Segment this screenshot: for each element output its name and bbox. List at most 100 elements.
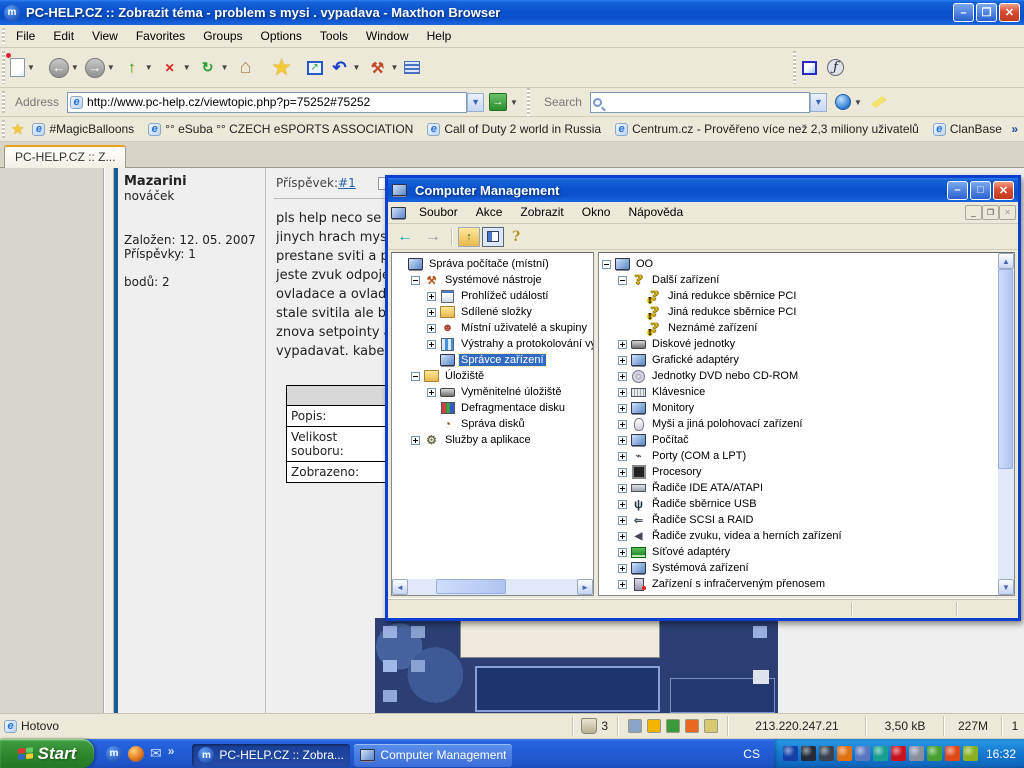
collapse-icon[interactable] (411, 276, 420, 285)
tree-item[interactable]: ◀Řadiče zvuku, videa a herních zařízení (602, 528, 1014, 544)
tree-item-label[interactable]: Sdílené složky (459, 306, 534, 318)
tree-item[interactable]: OO (602, 256, 1014, 272)
expand-icon[interactable] (618, 564, 627, 573)
note-icon[interactable] (704, 719, 718, 733)
tree-item[interactable]: Monitory (602, 400, 1014, 416)
menu-tools[interactable]: Tools (311, 26, 357, 47)
tree-item[interactable]: Defragmentace disku (395, 400, 593, 416)
tree-item[interactable]: Počítač (602, 432, 1014, 448)
tree-item-label[interactable]: Defragmentace disku (459, 402, 567, 414)
cm-device-vscrollbar[interactable]: ▲ ▼ (998, 253, 1014, 595)
tree-item-label[interactable]: Správa disků (459, 418, 527, 430)
up-button[interactable]: ↑▼ (118, 52, 156, 84)
expand-icon[interactable] (618, 484, 627, 493)
tree-item[interactable]: ψŘadiče sběrnice USB (602, 496, 1014, 512)
tree-item-label[interactable]: Počítač (650, 434, 691, 446)
cm-menu-nápověda[interactable]: Nápověda (619, 202, 692, 223)
tree-item[interactable]: Sdílené složky (395, 304, 593, 320)
scroll-thumb[interactable] (436, 579, 506, 594)
tree-item[interactable]: Správa počítače (místní) (395, 256, 593, 272)
tree-item[interactable]: ◔Správa disků (395, 416, 593, 432)
menu-groups[interactable]: Groups (194, 26, 251, 47)
taskbar-button[interactable]: Computer Management (354, 744, 512, 767)
cm-close-button[interactable]: ✕ (993, 181, 1014, 200)
antivirus-tray-icon[interactable] (945, 746, 960, 761)
start-button[interactable]: Start (0, 739, 94, 768)
highlight-icon[interactable] (871, 96, 887, 108)
back-button[interactable]: ←▼ (46, 52, 82, 84)
expand-icon[interactable] (427, 308, 436, 317)
tree-item-label[interactable]: Jednotky DVD nebo CD-ROM (650, 370, 800, 382)
tree-item-label[interactable]: Myši a jiná polohovací zařízení (650, 418, 804, 430)
tree-item-label[interactable]: Síťové adaptéry (650, 546, 732, 558)
tree-item-label[interactable]: Další zařízení (650, 274, 721, 286)
flash-filter-icon[interactable]: ƒ (827, 59, 844, 76)
tree-item[interactable]: ?Jiná redukce sběrnice PCI (602, 304, 1014, 320)
media-player-icon[interactable] (128, 746, 144, 762)
menu-help[interactable]: Help (418, 26, 461, 47)
cm-maximize-button[interactable]: □ (970, 181, 991, 200)
mail-icon[interactable]: ✉ (150, 745, 162, 762)
pen-icon[interactable] (628, 719, 642, 733)
scroll-up-icon[interactable]: ▲ (998, 253, 1014, 269)
tree-item[interactable]: Zařízení s infračerveným přenosem (602, 576, 1014, 592)
tree-item[interactable]: ⇐Řadiče SCSI a RAID (602, 512, 1014, 528)
tree-item[interactable]: ☻Místní uživatelé a skupiny (395, 320, 593, 336)
dropdown-arrow-icon[interactable]: ▼ (71, 63, 79, 72)
tree-item-label[interactable]: Monitory (650, 402, 696, 414)
dropdown-arrow-icon[interactable]: ▼ (353, 63, 361, 72)
cm-tree-hscrollbar[interactable]: ◄ ► (392, 579, 593, 595)
proxy-icon[interactable] (666, 719, 680, 733)
new-page-button[interactable]: ▼ (7, 52, 38, 84)
address-dropdown[interactable]: ▼ (467, 93, 484, 112)
minimize-button[interactable]: – (953, 3, 974, 22)
tree-item[interactable]: ⌁Porty (COM a LPT) (602, 448, 1014, 464)
bookmark-item[interactable]: eCentrum.cz - Prověřeno více než 2,3 mil… (615, 122, 919, 136)
taskbar-button[interactable]: mPC-HELP.CZ :: Zobra... (192, 744, 350, 767)
tools-button[interactable]: ⚒▼ (363, 52, 401, 84)
expand-icon[interactable] (618, 548, 627, 557)
menu-window[interactable]: Window (357, 26, 418, 47)
language-indicator[interactable]: CS (743, 747, 760, 761)
dropdown-arrow-icon[interactable]: ▼ (221, 63, 229, 72)
favorites-star-icon[interactable]: ★ (11, 120, 24, 138)
favorites-star-button[interactable]: ★ (268, 52, 296, 84)
expand-icon[interactable] (427, 292, 436, 301)
tree-item-label[interactable]: Správa počítače (místní) (427, 258, 551, 270)
tree-item[interactable]: Diskové jednotky (602, 336, 1014, 352)
expand-icon[interactable] (427, 388, 436, 397)
tree-item-label[interactable]: Zařízení s infračerveným přenosem (650, 578, 827, 590)
dropdown-arrow-icon[interactable]: ▼ (145, 63, 153, 72)
tree-item[interactable]: Prohlížeč událostí (395, 288, 593, 304)
bookmark-item[interactable]: e°° eSuba °° CZECH eSPORTS ASSOCIATION (148, 122, 413, 136)
mdi-close-button[interactable]: ✕ (999, 205, 1016, 220)
tree-item[interactable]: Úložiště (395, 368, 593, 384)
cm-menu-akce[interactable]: Akce (467, 202, 512, 223)
tree-item-label[interactable]: Úložiště (443, 370, 486, 382)
search-engine-icon[interactable] (835, 94, 851, 110)
restore-button[interactable]: ❐ (976, 3, 997, 22)
tree-item-label[interactable]: Řadiče SCSI a RAID (650, 514, 755, 526)
console-tray-icon[interactable] (819, 746, 834, 761)
tree-item[interactable]: Systémová zařízení (602, 560, 1014, 576)
tree-item[interactable]: Síťové adaptéry (602, 544, 1014, 560)
stop-button[interactable]: ✕▼ (156, 52, 194, 84)
tree-item[interactable]: ⚒Systémové nástroje (395, 272, 593, 288)
menu-view[interactable]: View (83, 26, 127, 47)
bookmark-item[interactable]: e#MagicBalloons (32, 122, 134, 136)
expand-icon[interactable] (618, 452, 627, 461)
menu-edit[interactable]: Edit (44, 26, 83, 47)
expand-icon[interactable] (618, 500, 627, 509)
expand-icon[interactable] (618, 372, 627, 381)
menu-file[interactable]: File (7, 26, 44, 47)
address-input[interactable]: e http://www.pc-help.cz/viewtopic.php?p=… (67, 92, 467, 113)
usb-tray-icon[interactable] (855, 746, 870, 761)
open-external-button[interactable]: ↗ (304, 52, 326, 84)
tree-item-label[interactable]: Neznámé zařízení (666, 322, 759, 334)
tree-item-label[interactable]: Řadiče sběrnice USB (650, 498, 759, 510)
tree-item-label[interactable]: Klávesnice (650, 386, 707, 398)
tree-item[interactable]: Grafické adaptéry (602, 352, 1014, 368)
cm-menu-okno[interactable]: Okno (573, 202, 620, 223)
tree-item-label[interactable]: Grafické adaptéry (650, 354, 741, 366)
bookmarks-overflow[interactable]: » (1005, 122, 1024, 136)
